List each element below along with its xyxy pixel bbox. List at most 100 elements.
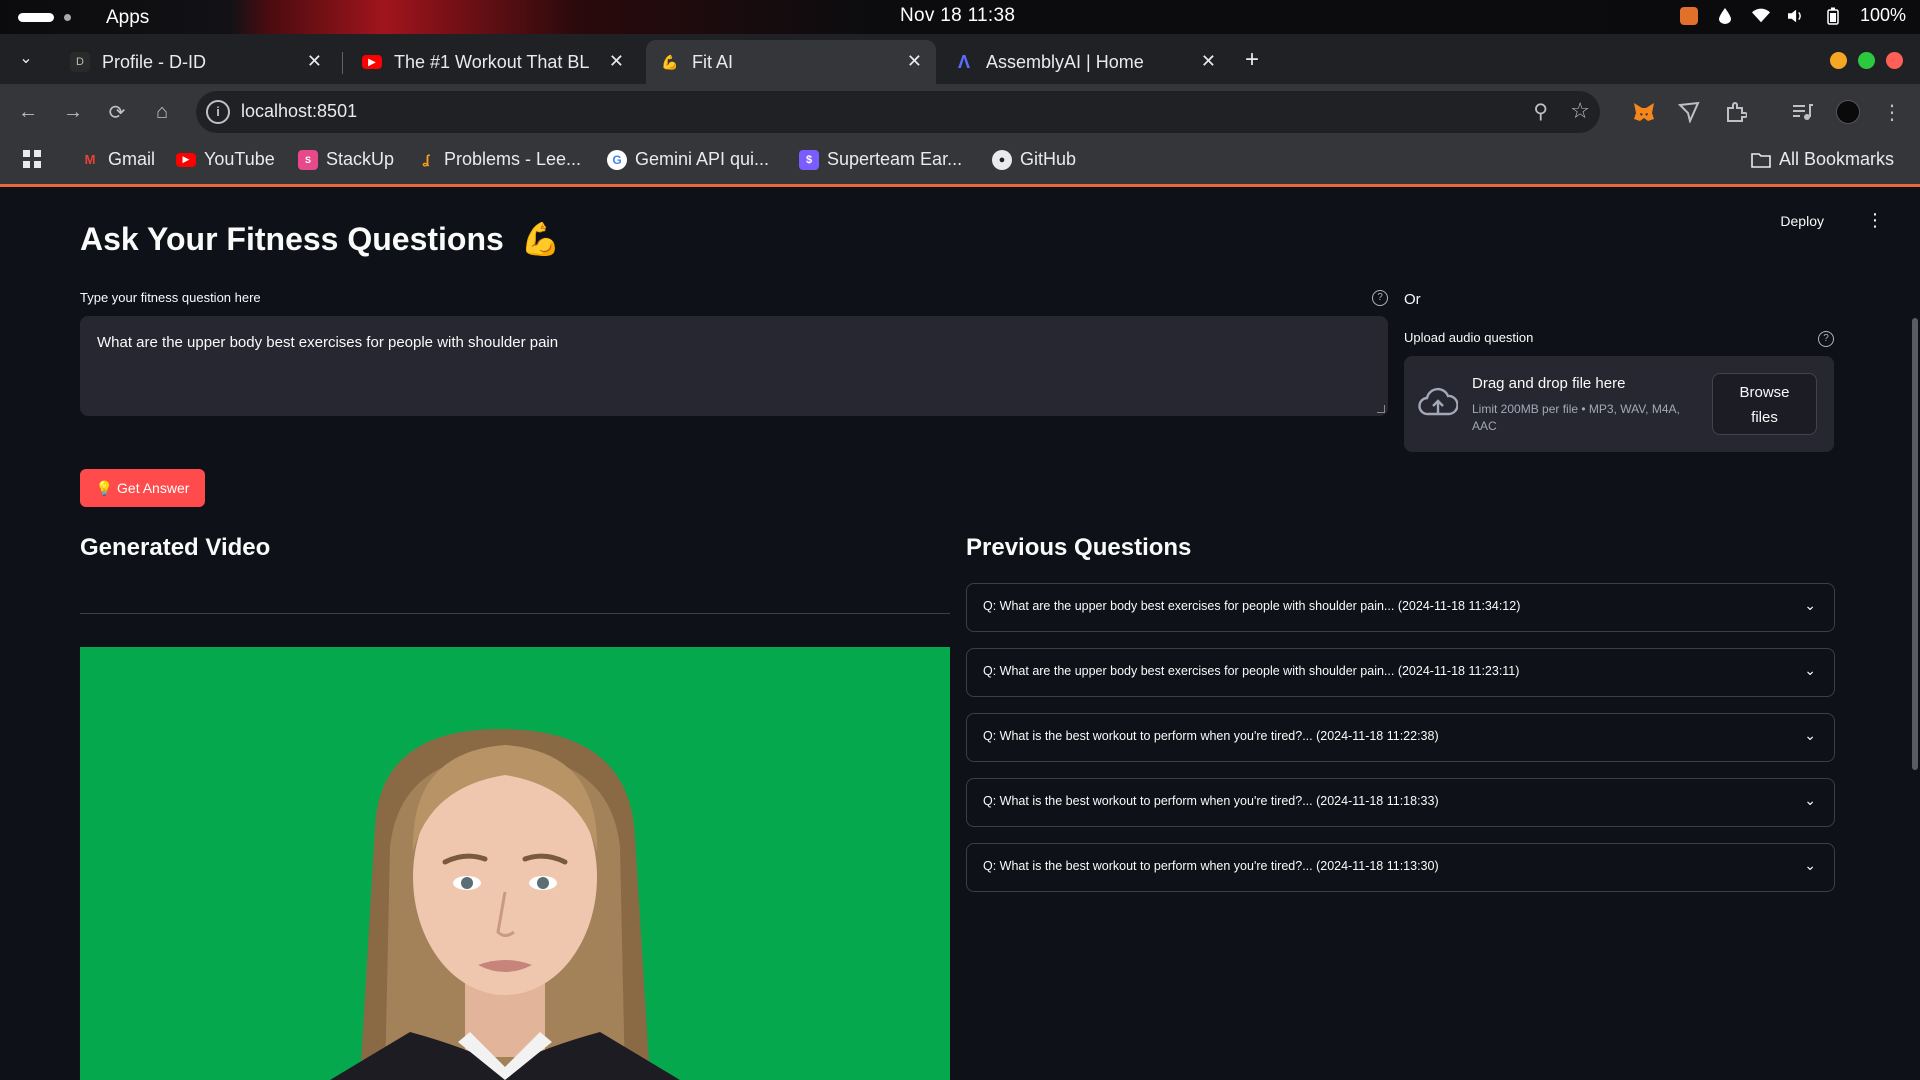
previous-question-expander[interactable]: Q: What is the best workout to perform w… (966, 713, 1835, 762)
drop-icon[interactable] (1716, 7, 1734, 25)
flexed-biceps-icon: 💪 (520, 221, 561, 257)
get-answer-button[interactable]: 💡 Get Answer (80, 469, 205, 507)
previous-question-text: Q: What is the best workout to perform w… (983, 859, 1439, 873)
tab-youtube-workout[interactable]: ▶ The #1 Workout That BL ✕ (348, 40, 638, 84)
did-icon: D (70, 52, 90, 72)
dropzone-title: Drag and drop file here (1472, 375, 1626, 392)
maximize-button[interactable] (1858, 52, 1875, 69)
chevron-down-icon: ⌄ (1804, 597, 1816, 613)
all-bookmarks[interactable]: All Bookmarks (1751, 149, 1894, 170)
question-help-icon[interactable]: ? (1372, 290, 1388, 306)
chevron-down-icon: ⌄ (1804, 662, 1816, 678)
bookmark-github[interactable]: ● GitHub (992, 149, 1076, 170)
tab-title: AssemblyAI | Home (986, 51, 1144, 72)
previous-question-expander[interactable]: Q: What are the upper body best exercise… (966, 583, 1835, 632)
youtube-icon: ▶ (362, 55, 382, 69)
apps-menu[interactable]: Apps (106, 7, 149, 29)
bookmark-label: YouTube (204, 149, 275, 169)
battery-percent: 100% (1859, 5, 1906, 25)
close-window-button[interactable] (1886, 52, 1903, 69)
app-menu-kebab-icon[interactable]: ⋮ (1866, 210, 1884, 231)
tab-assemblyai[interactable]: Λ AssemblyAI | Home ✕ (940, 40, 1230, 84)
browse-files-button[interactable]: Browse files (1712, 373, 1817, 435)
workspace-dot[interactable] (64, 14, 71, 21)
avatar-presenter-image (330, 728, 680, 1080)
bookmark-label: GitHub (1020, 149, 1077, 169)
bookmark-leetcode[interactable]: ʆ Problems - Lee... (416, 149, 581, 170)
tab-profile-did[interactable]: D Profile - D-ID ✕ (56, 40, 336, 84)
assemblyai-icon: Λ (957, 51, 970, 72)
bookmarks-bar: M Gmail ▶ YouTube S StackUp ʆ Problems -… (0, 140, 1920, 187)
reload-icon[interactable]: ⟳ (104, 99, 130, 125)
zoom-magnifier-icon[interactable]: ⚲ (1533, 99, 1548, 124)
audio-file-dropzone[interactable]: Drag and drop file here Limit 200MB per … (1404, 356, 1834, 452)
url-text[interactable]: localhost:8501 (241, 101, 357, 122)
all-bookmarks-label: All Bookmarks (1779, 149, 1895, 169)
superteam-icon: $ (799, 149, 819, 170)
bookmark-stackup[interactable]: S StackUp (298, 149, 394, 170)
question-label: Type your fitness question here (80, 290, 261, 305)
resize-handle-icon[interactable] (1377, 405, 1385, 413)
browser-menu-kebab-icon[interactable]: ⋮ (1878, 98, 1906, 126)
video-divider (80, 613, 950, 614)
apps-grid-icon[interactable] (22, 149, 42, 169)
browse-label-1: Browse (1739, 384, 1790, 401)
youtube-icon: ▶ (176, 152, 196, 167)
close-icon[interactable]: ✕ (1201, 51, 1216, 72)
bookmark-label: Superteam Ear... (827, 149, 963, 169)
generated-video-heading: Generated Video (80, 534, 271, 561)
previous-question-expander[interactable]: Q: What is the best workout to perform w… (966, 778, 1835, 827)
forward-arrow-icon[interactable]: → (60, 99, 86, 125)
profile-avatar-icon[interactable] (1834, 98, 1862, 126)
streamlit-app: Deploy ⋮ Ask Your Fitness Questions 💪 Ty… (0, 190, 1920, 1080)
clock[interactable]: Nov 18 11:38 (900, 5, 1015, 27)
close-icon[interactable]: ✕ (609, 51, 624, 72)
bookmark-label: Problems - Lee... (444, 149, 582, 169)
extensions-puzzle-icon[interactable] (1722, 98, 1750, 126)
previous-question-text: Q: What is the best workout to perform w… (983, 794, 1439, 808)
tab-search-chevron-icon[interactable]: ⌄ (14, 48, 38, 72)
media-queue-icon[interactable] (1788, 98, 1816, 126)
home-icon[interactable]: ⌂ (149, 99, 175, 125)
page-title: Ask Your Fitness Questions 💪 (80, 220, 561, 258)
screen: Apps Nov 18 11:38 100% ⌄ D Profile - D-I… (0, 0, 1920, 1080)
previous-question-text: Q: What is the best workout to perform w… (983, 729, 1439, 743)
close-icon[interactable]: ✕ (307, 51, 322, 72)
bookmark-star-icon[interactable]: ☆ (1570, 98, 1590, 124)
system-tray: 100% (1679, 5, 1906, 26)
tab-strip: ⌄ D Profile - D-ID ✕ ▶ The #1 Workout Th… (0, 34, 1920, 84)
metamask-fox-icon[interactable] (1630, 98, 1658, 126)
workspace-indicator[interactable] (18, 13, 54, 22)
upload-help-icon[interactable]: ? (1818, 331, 1834, 347)
question-textarea[interactable]: What are the upper body best exercises f… (80, 316, 1388, 416)
extension-wing-icon[interactable] (1675, 98, 1703, 126)
tab-fit-ai[interactable]: 💪 Fit AI ✕ (646, 40, 936, 84)
address-bar[interactable]: i localhost:8501 ⚲ ☆ (196, 91, 1600, 133)
previous-questions-heading: Previous Questions (966, 534, 1192, 561)
minimize-button[interactable] (1830, 52, 1847, 69)
stackup-icon: S (298, 149, 318, 170)
close-icon[interactable]: ✕ (907, 51, 922, 72)
bookmark-gemini-api[interactable]: G Gemini API qui... (607, 149, 769, 170)
new-tab-plus-icon[interactable]: + (1245, 46, 1259, 74)
or-label: Or (1404, 291, 1421, 308)
tray-app-icon[interactable] (1679, 6, 1698, 25)
bookmark-superteam[interactable]: $ Superteam Ear... (799, 149, 962, 170)
bookmark-youtube[interactable]: ▶ YouTube (176, 149, 275, 170)
wifi-icon[interactable] (1751, 7, 1770, 25)
browser-toolbar: ← → ⟳ ⌂ i localhost:8501 ⚲ ☆ ⋮ (0, 84, 1920, 140)
previous-question-expander[interactable]: Q: What are the upper body best exercise… (966, 648, 1835, 697)
deploy-button[interactable]: Deploy (1780, 213, 1824, 229)
generated-video-player[interactable] (80, 647, 950, 1080)
back-arrow-icon[interactable]: ← (15, 99, 41, 125)
page-scrollbar[interactable] (1912, 318, 1918, 770)
google-icon: G (607, 149, 627, 170)
volume-icon[interactable] (1787, 7, 1806, 25)
question-text[interactable]: What are the upper body best exercises f… (97, 334, 558, 351)
previous-question-expander[interactable]: Q: What is the best workout to perform w… (966, 843, 1835, 892)
site-info-icon[interactable]: i (206, 100, 230, 124)
gmail-icon: M (84, 152, 96, 167)
battery-icon[interactable] (1824, 7, 1842, 25)
bookmark-gmail[interactable]: M Gmail (80, 149, 155, 170)
dropzone-limit: Limit 200MB per file • MP3, WAV, M4A, AA… (1472, 402, 1680, 433)
